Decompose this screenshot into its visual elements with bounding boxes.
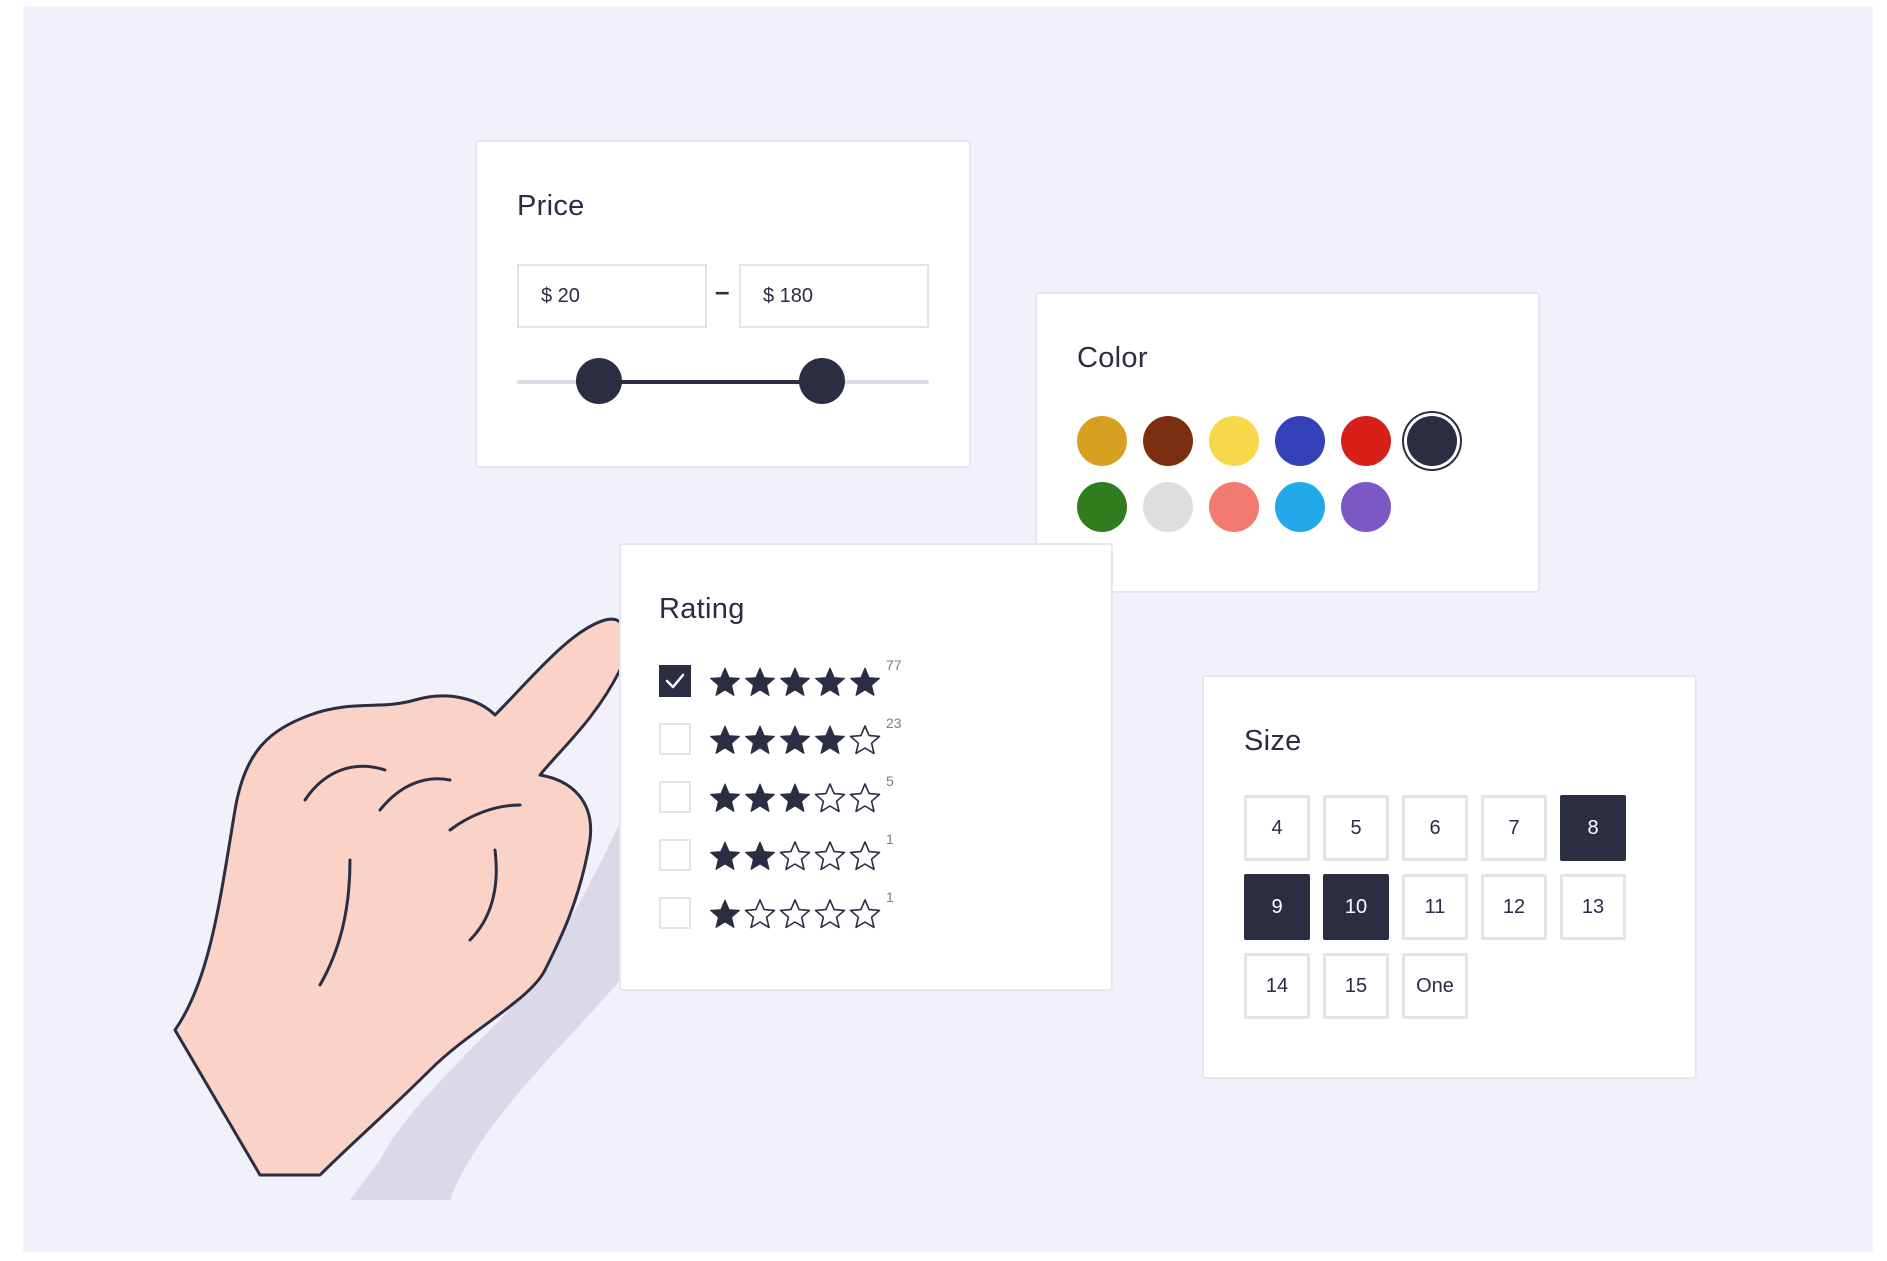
rating-option-2-stars[interactable]: 1 [659, 831, 1079, 873]
rating-checkbox[interactable] [659, 665, 691, 697]
size-option-10[interactable]: 10 [1323, 874, 1389, 940]
price-slider-track[interactable] [517, 358, 929, 404]
color-swatch-mustard[interactable] [1077, 416, 1127, 466]
price-min-input[interactable]: $ 20 [517, 264, 707, 328]
star-outline-icon [849, 783, 881, 813]
price-max-input[interactable]: $ 180 [739, 264, 929, 328]
star-outline-icon [849, 841, 881, 871]
rating-checkbox[interactable] [659, 723, 691, 755]
star-filled-icon [850, 667, 880, 696]
star-outline-icon [849, 725, 881, 755]
rating-count: 23 [886, 715, 902, 731]
star-outline-icon [779, 841, 811, 871]
size-option-12[interactable]: 12 [1481, 874, 1547, 940]
star-outline-icon [779, 899, 811, 929]
star-filled-icon [815, 725, 845, 754]
color-swatch-sky-blue[interactable] [1275, 482, 1325, 532]
color-swatch-red[interactable] [1341, 416, 1391, 466]
star-filled-icon [745, 667, 775, 696]
size-option-one[interactable]: One [1402, 953, 1468, 1019]
star-filled-icon [710, 667, 740, 696]
size-option-9[interactable]: 9 [1244, 874, 1310, 940]
rating-count: 1 [886, 889, 894, 905]
size-filter-card: Size 4 5 6 7 8 9 10 11 12 13 14 15 One [1202, 675, 1697, 1079]
color-swatch-salmon[interactable] [1209, 482, 1259, 532]
star-filled-icon [745, 725, 775, 754]
size-option-6[interactable]: 6 [1402, 795, 1468, 861]
checkmark-icon [665, 673, 685, 689]
size-title: Size [1244, 725, 1302, 757]
star-filled-icon [780, 783, 810, 812]
star-filled-icon [710, 725, 740, 754]
rating-title: Rating [659, 593, 745, 625]
rating-checkbox[interactable] [659, 781, 691, 813]
rating-checkbox[interactable] [659, 897, 691, 929]
star-outline-icon [814, 841, 846, 871]
price-slider-max-handle[interactable] [798, 358, 845, 404]
color-swatch-green[interactable] [1077, 482, 1127, 532]
color-swatch-yellow[interactable] [1209, 416, 1259, 466]
price-slider-range [599, 380, 822, 384]
rating-option-4-stars[interactable]: 23 [659, 715, 1079, 757]
size-option-11[interactable]: 11 [1402, 874, 1468, 940]
rating-count: 1 [886, 831, 894, 847]
star-filled-icon [745, 783, 775, 812]
pointing-hand-illustration [173, 617, 670, 1200]
star-filled-icon [710, 841, 740, 870]
hand-skin [173, 617, 629, 1177]
color-swatch-navy[interactable] [1407, 416, 1457, 466]
rating-option-5-stars[interactable]: 77 [659, 657, 1079, 699]
rating-count: 5 [886, 773, 894, 789]
price-separator: – [715, 276, 730, 306]
size-option-7[interactable]: 7 [1481, 795, 1547, 861]
star-outline-icon [849, 899, 881, 929]
price-filter-card: Price $ 20 – $ 180 [475, 140, 971, 468]
star-filled-icon [710, 899, 740, 928]
rating-checkbox[interactable] [659, 839, 691, 871]
star-outline-icon [814, 783, 846, 813]
size-option-4[interactable]: 4 [1244, 795, 1310, 861]
rating-count: 77 [886, 657, 902, 673]
price-title: Price [517, 190, 585, 222]
star-filled-icon [815, 667, 845, 696]
color-title: Color [1077, 342, 1148, 374]
rating-option-1-stars[interactable]: 1 [659, 889, 1079, 931]
color-swatch-light-gray[interactable] [1143, 482, 1193, 532]
size-option-5[interactable]: 5 [1323, 795, 1389, 861]
size-option-8[interactable]: 8 [1560, 795, 1626, 861]
size-option-14[interactable]: 14 [1244, 953, 1310, 1019]
size-option-13[interactable]: 13 [1560, 874, 1626, 940]
star-outline-icon [814, 899, 846, 929]
color-swatch-brown[interactable] [1143, 416, 1193, 466]
star-filled-icon [745, 841, 775, 870]
star-filled-icon [710, 783, 740, 812]
star-outline-icon [744, 899, 776, 929]
price-slider-min-handle[interactable] [576, 358, 623, 404]
rating-option-3-stars[interactable]: 5 [659, 773, 1079, 815]
color-swatch-purple[interactable] [1341, 482, 1391, 532]
star-filled-icon [780, 667, 810, 696]
color-swatch-blue[interactable] [1275, 416, 1325, 466]
star-filled-icon [780, 725, 810, 754]
size-option-15[interactable]: 15 [1323, 953, 1389, 1019]
rating-filter-card: Rating 77 23 5 1 1 [619, 543, 1113, 991]
